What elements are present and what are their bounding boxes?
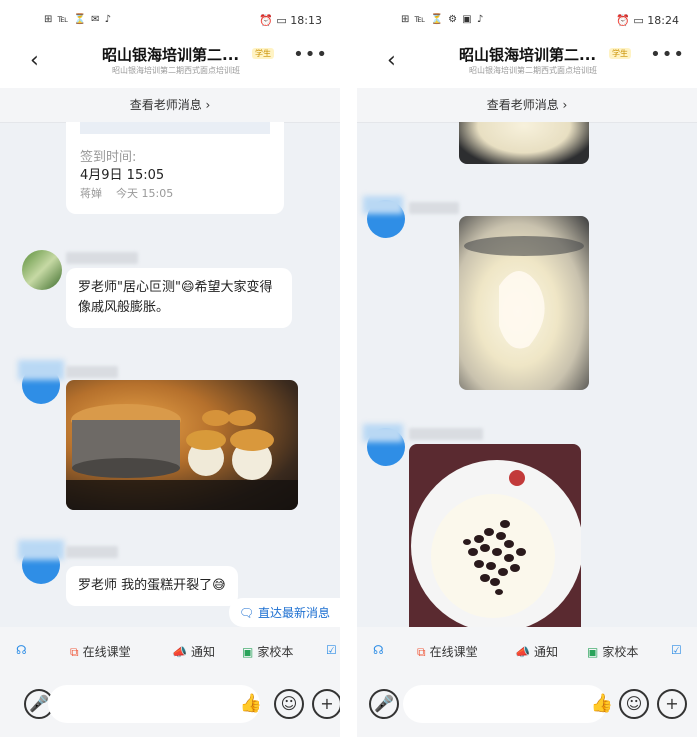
tool-label: 在线课堂 — [82, 645, 131, 659]
jump-to-latest-button[interactable]: 🗨 直达最新消息 — [228, 598, 340, 627]
message-text: 罗老师"居心叵测"😄希望大家变得像戚风般膨胀。 — [78, 280, 273, 315]
nav-bar: ‹ 昭山银海培训第二... 学生 昭山银海培训第二期西式面点培训班 ••• — [0, 40, 340, 88]
emoji-icon[interactable]: ☺ — [274, 689, 304, 719]
more-icon[interactable]: ••• — [293, 44, 328, 65]
signin-image-strip — [80, 122, 270, 134]
megaphone-icon: 📣 — [172, 645, 187, 659]
right-phone-screen: ⊞ ℡ ⏳ ⚙ ▣ ♪ ⏰ ▭ 18:24 ‹ 昭山银海培训第二... 学生 昭… — [357, 0, 697, 737]
message-bubble[interactable]: 罗老师 我的蛋糕开裂了😅 — [66, 566, 238, 606]
status-right-icons: ⏰ ▭ — [259, 14, 287, 27]
status-bar: ⊞ ℡ ⏳ ⚙ ▣ ♪ ⏰ ▭ 18:24 — [357, 0, 697, 40]
role-badge: 学生 — [252, 48, 274, 59]
whipping-batter-photo[interactable] — [459, 216, 589, 390]
headset-icon: ☊ — [16, 643, 27, 657]
megaphone-icon: 📣 — [515, 645, 530, 659]
message-input[interactable] — [403, 685, 607, 723]
raisin-dessert-photo[interactable] — [409, 444, 581, 627]
tool-checkbox[interactable]: ☑ — [671, 643, 686, 657]
jump-to-latest-label: 直达最新消息 — [257, 606, 330, 620]
tool-homework[interactable]: ▣ 家校本 — [242, 643, 293, 660]
speech-icon: 🗨 — [238, 606, 255, 620]
back-icon[interactable]: ‹ — [30, 48, 39, 73]
feature-toolbar: ☊ ⧉ 在线课堂 📣 通知 ▣ 家校本 ☑ — [0, 627, 340, 677]
tool-online-class[interactable]: ⧉ 在线课堂 — [70, 643, 131, 660]
status-icons: ⊞ ℡ ⏳ ✉ ♪ — [44, 14, 113, 25]
signin-card[interactable]: 签到时间: 4月9日 15:05 蒋婵 今天 15:05 — [66, 122, 284, 214]
feature-toolbar: ☊ ⧉ 在线课堂 📣 通知 ▣ 家校本 ☑ — [357, 627, 697, 677]
back-icon[interactable]: ‹ — [387, 48, 396, 73]
signin-datetime: 4月9日 15:05 — [80, 168, 165, 183]
tool-label: 通知 — [190, 645, 215, 659]
message-bubble[interactable]: 罗老师"居心叵测"😄希望大家变得像戚风般膨胀。 — [66, 268, 292, 328]
message-text: 罗老师 我的蛋糕开裂了😅 — [78, 578, 226, 593]
thumbs-up-icon[interactable]: 👍 — [591, 693, 613, 714]
plus-icon[interactable]: + — [312, 689, 340, 719]
avatar-mask-blurred — [363, 196, 403, 214]
tool-homework[interactable]: ▣ 家校本 — [587, 643, 638, 660]
avatar-mask-blurred — [363, 424, 403, 442]
tool-online-class[interactable]: ⧉ 在线课堂 — [417, 643, 478, 660]
sender-name-blurred — [66, 252, 138, 264]
batter-illustration — [464, 236, 584, 349]
cake-oven-photo[interactable] — [66, 380, 298, 510]
message-input[interactable] — [48, 685, 260, 723]
input-bar: 🎤 👍 ☺ + — [0, 677, 340, 737]
chat-area — [357, 122, 697, 627]
headset-icon: ☊ — [373, 643, 384, 657]
chat-subtitle: 昭山银海培训第二期西式面点培训班 — [469, 66, 597, 75]
sender-name-blurred — [409, 428, 483, 440]
cake-illustration — [66, 404, 298, 510]
tool-headset[interactable]: ☊ — [373, 643, 388, 657]
tool-label: 通知 — [533, 645, 558, 659]
status-time: 18:13 — [290, 14, 322, 27]
tool-headset[interactable]: ☊ — [16, 643, 31, 657]
batter-photo-partial[interactable] — [459, 122, 589, 164]
left-phone-screen: ⊞ ℡ ⏳ ✉ ♪ ⏰ ▭ 18:13 ‹ 昭山银海培训第二... 学生 昭山银… — [0, 0, 340, 737]
tool-label: 在线课堂 — [429, 645, 478, 659]
input-bar: 🎤 👍 ☺ + — [357, 677, 697, 737]
mic-icon[interactable]: 🎤 — [369, 689, 399, 719]
tool-notice[interactable]: 📣 通知 — [515, 643, 558, 660]
nav-bar: ‹ 昭山银海培训第二... 学生 昭山银海培训第二期西式面点培训班 ••• — [357, 40, 697, 88]
signin-signer: 蒋婵 — [80, 187, 102, 200]
tool-checkbox[interactable]: ☑ — [326, 643, 340, 657]
teacher-messages-link[interactable]: 查看老师消息 › — [0, 88, 340, 123]
chat-title: 昭山银海培训第二... — [459, 46, 597, 64]
classroom-icon: ⧉ — [417, 645, 426, 659]
avatar[interactable] — [22, 250, 62, 290]
signin-label: 签到时间: — [80, 150, 137, 165]
book-icon: ▣ — [587, 645, 599, 659]
teacher-messages-link[interactable]: 查看老师消息 › — [357, 88, 697, 123]
tool-notice[interactable]: 📣 通知 — [172, 643, 215, 660]
status-bar: ⊞ ℡ ⏳ ✉ ♪ ⏰ ▭ 18:13 — [0, 0, 340, 40]
plus-icon[interactable]: + — [657, 689, 687, 719]
sender-name-blurred — [409, 202, 459, 214]
status-right: ⏰ ▭ 18:13 — [259, 14, 322, 27]
checkbox-icon: ☑ — [671, 643, 682, 657]
status-right-icons: ⏰ ▭ — [616, 14, 644, 27]
signin-time: 今天 15:05 — [116, 187, 174, 200]
dessert-illustration — [411, 460, 581, 627]
sender-name-blurred — [66, 546, 118, 558]
chat-title: 昭山银海培训第二... — [102, 46, 240, 64]
status-right: ⏰ ▭ 18:24 — [616, 14, 679, 27]
classroom-icon: ⧉ — [70, 645, 79, 659]
tool-label: 家校本 — [602, 645, 639, 659]
status-icons: ⊞ ℡ ⏳ ⚙ ▣ ♪ — [401, 14, 485, 25]
checkbox-icon: ☑ — [326, 643, 337, 657]
thumbs-up-icon[interactable]: 👍 — [240, 693, 262, 714]
emoji-icon[interactable]: ☺ — [619, 689, 649, 719]
sender-name-blurred — [66, 366, 118, 378]
book-icon: ▣ — [242, 645, 254, 659]
signin-meta: 蒋婵 今天 15:05 — [80, 184, 173, 204]
role-badge: 学生 — [609, 48, 631, 59]
avatar-mask-blurred — [18, 540, 64, 560]
chat-subtitle: 昭山银海培训第二期西式面点培训班 — [112, 66, 240, 75]
avatar-mask-blurred — [18, 360, 64, 380]
tool-label: 家校本 — [257, 645, 294, 659]
chat-area: 签到时间: 4月9日 15:05 蒋婵 今天 15:05 罗老师"居心叵测"😄希… — [0, 122, 340, 627]
status-time: 18:24 — [647, 14, 679, 27]
more-icon[interactable]: ••• — [650, 44, 685, 65]
